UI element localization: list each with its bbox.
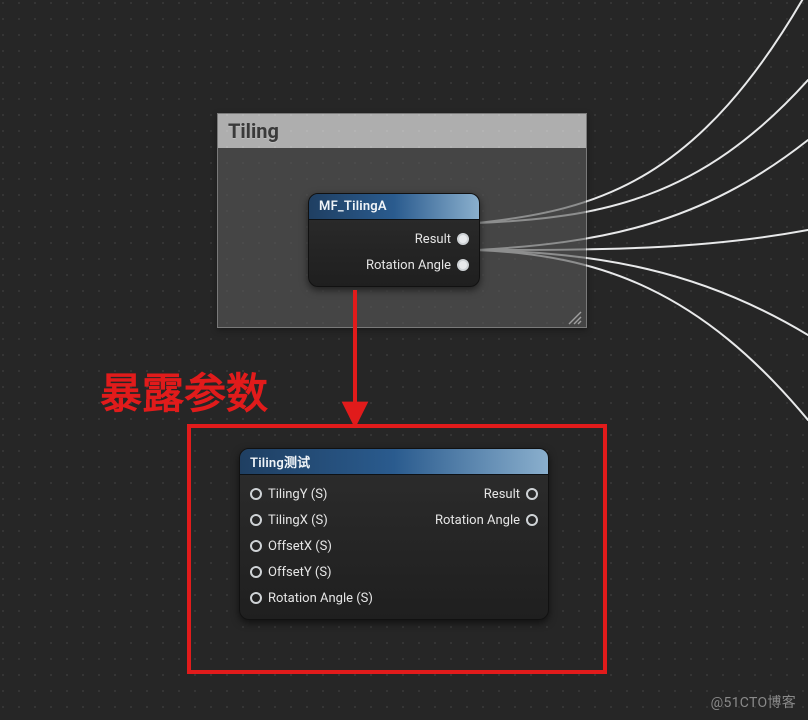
output-pin-result[interactable]: Result	[406, 481, 538, 507]
pin-dot-icon[interactable]	[250, 566, 262, 578]
pin-dot-icon[interactable]	[250, 592, 262, 604]
pin-label: Result	[415, 232, 451, 247]
node-body: TilingY (S) TilingX (S) OffsetX (S) Offs…	[240, 475, 548, 619]
comment-group-title-bar[interactable]: Tiling	[218, 114, 586, 148]
output-pin-rotation-angle[interactable]: Rotation Angle	[406, 507, 538, 533]
output-pin-rotation-angle[interactable]: Rotation Angle	[319, 252, 469, 278]
pin-label: TilingX (S)	[268, 513, 328, 528]
node-header[interactable]: MF_TilingA	[309, 194, 479, 220]
output-pin-result[interactable]: Result	[319, 226, 469, 252]
node-header[interactable]: Tiling测试	[240, 449, 548, 475]
pin-label: Result	[484, 487, 520, 502]
node-tiling-test[interactable]: Tiling测试 TilingY (S) TilingX (S) OffsetX…	[239, 448, 549, 620]
pin-label: Rotation Angle (S)	[268, 591, 373, 606]
node-mf-tilinga[interactable]: MF_TilingA Result Rotation Angle	[308, 193, 480, 287]
pin-dot-icon[interactable]	[526, 514, 538, 526]
pin-dot-icon[interactable]	[457, 233, 469, 245]
input-pin-tilingy[interactable]: TilingY (S)	[250, 481, 382, 507]
annotation-label: 暴露参数	[100, 360, 268, 421]
pin-label: OffsetX (S)	[268, 539, 332, 554]
node-title: Tiling测试	[250, 452, 310, 471]
pin-dot-icon[interactable]	[250, 488, 262, 500]
input-pin-tilingx[interactable]: TilingX (S)	[250, 507, 382, 533]
node-body: Result Rotation Angle	[309, 220, 479, 286]
node-title: MF_TilingA	[319, 199, 387, 214]
pin-label: Rotation Angle	[366, 258, 451, 273]
pin-dot-icon[interactable]	[526, 488, 538, 500]
resize-grip-icon[interactable]	[566, 309, 582, 325]
watermark: @51CTO博客	[711, 692, 796, 712]
input-pin-offsety[interactable]: OffsetY (S)	[250, 559, 382, 585]
input-pin-offsetx[interactable]: OffsetX (S)	[250, 533, 382, 559]
pin-label: OffsetY (S)	[268, 565, 332, 580]
input-pin-rotation-angle[interactable]: Rotation Angle (S)	[250, 585, 382, 611]
pin-label: TilingY (S)	[268, 487, 327, 502]
pin-label: Rotation Angle	[435, 513, 520, 528]
comment-group-title: Tiling	[228, 119, 279, 143]
pin-dot-icon[interactable]	[250, 514, 262, 526]
pin-dot-icon[interactable]	[457, 259, 469, 271]
pin-dot-icon[interactable]	[250, 540, 262, 552]
